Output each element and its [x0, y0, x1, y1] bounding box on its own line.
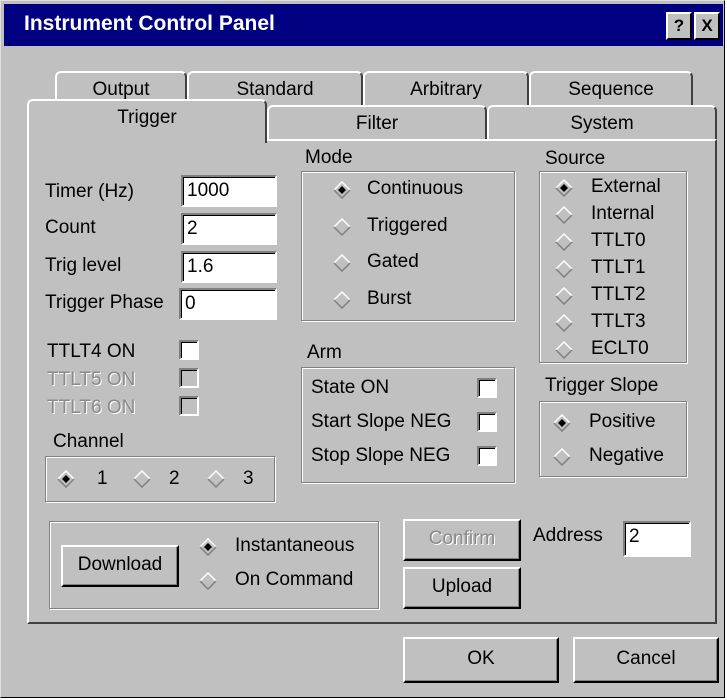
channel-3-radio[interactable]	[207, 470, 225, 488]
mode-burst-radio[interactable]	[333, 291, 351, 309]
tab-arbitrary[interactable]: Arbitrary	[363, 71, 529, 109]
dialog-window: Instrument Control Panel ? X Output Stan…	[0, 0, 725, 698]
channel-1-label: 1	[97, 468, 108, 489]
ttlt5-checkbox	[179, 368, 199, 388]
address-label: Address	[533, 525, 603, 546]
mode-continuous-radio[interactable]	[333, 181, 351, 199]
source-ttlt2-label: TTLT2	[591, 284, 646, 305]
count-input[interactable]: 2	[181, 213, 277, 245]
trig-level-label: Trig level	[45, 255, 122, 276]
tab-sequence[interactable]: Sequence	[529, 71, 693, 109]
mode-triggered-radio[interactable]	[333, 218, 351, 236]
source-ttlt2-radio[interactable]	[555, 287, 573, 305]
channel-2-label: 2	[169, 468, 180, 489]
source-external-radio[interactable]	[555, 179, 573, 197]
download-on-command-radio[interactable]	[199, 572, 217, 590]
channel-3-label: 3	[243, 468, 254, 489]
channel-2-radio[interactable]	[133, 470, 151, 488]
arm-stop-slope-label: Stop Slope NEG	[311, 445, 451, 466]
slope-negative-label: Negative	[589, 445, 664, 466]
mode-label: Mode	[305, 147, 353, 168]
timer-label: Timer (Hz)	[45, 181, 134, 202]
arm-state-label: State ON	[311, 377, 390, 398]
source-ttlt1-radio[interactable]	[555, 260, 573, 278]
source-ttlt1-label: TTLT1	[591, 257, 646, 278]
trig-level-input[interactable]: 1.6	[181, 251, 277, 283]
arm-start-slope-checkbox[interactable]	[477, 412, 497, 432]
arm-stop-slope-checkbox[interactable]	[477, 446, 497, 466]
channel-group	[45, 456, 275, 502]
slope-positive-radio[interactable]	[553, 414, 571, 432]
ttlt5-label: TTLT5 ON	[47, 369, 136, 390]
source-eclt0-radio[interactable]	[555, 341, 573, 359]
source-external-label: External	[591, 176, 661, 197]
ttlt6-checkbox	[179, 396, 199, 416]
mode-gated-label: Gated	[367, 251, 419, 272]
source-ttlt0-label: TTLT0	[591, 230, 646, 251]
arm-label: Arm	[307, 342, 342, 363]
channel-label: Channel	[53, 431, 124, 452]
title-bar[interactable]: Instrument Control Panel ? X	[4, 4, 723, 46]
download-instantaneous-label: Instantaneous	[235, 535, 355, 556]
ttlt6-label: TTLT6 ON	[47, 397, 136, 418]
address-input[interactable]: 2	[623, 521, 691, 557]
trigger-slope-label: Trigger Slope	[545, 375, 659, 396]
tab-trigger[interactable]: Trigger	[27, 99, 267, 143]
channel-1-radio[interactable]	[57, 470, 75, 488]
confirm-button: Confirm	[403, 519, 521, 561]
ttlt4-label: TTLT4 ON	[47, 341, 136, 362]
source-eclt0-label: ECLT0	[591, 338, 649, 359]
mode-gated-radio[interactable]	[333, 254, 351, 272]
close-button[interactable]: X	[694, 12, 720, 40]
download-on-command-label: On Command	[235, 569, 354, 590]
arm-state-checkbox[interactable]	[477, 378, 497, 398]
mode-continuous-label: Continuous	[367, 178, 464, 199]
source-ttlt3-label: TTLT3	[591, 311, 646, 332]
source-ttlt0-radio[interactable]	[555, 233, 573, 251]
tab-filter[interactable]: Filter	[267, 105, 487, 143]
window-title: Instrument Control Panel	[24, 12, 275, 35]
slope-negative-radio[interactable]	[553, 448, 571, 466]
source-internal-label: Internal	[591, 203, 655, 224]
mode-triggered-label: Triggered	[367, 215, 448, 236]
source-internal-radio[interactable]	[555, 206, 573, 224]
download-instantaneous-radio[interactable]	[199, 538, 217, 556]
timer-input[interactable]: 1000	[181, 175, 277, 207]
source-label: Source	[545, 148, 606, 169]
count-label: Count	[45, 217, 96, 238]
slope-positive-label: Positive	[589, 411, 656, 432]
source-ttlt3-radio[interactable]	[555, 314, 573, 332]
trigger-phase-label: Trigger Phase	[45, 292, 164, 313]
arm-start-slope-label: Start Slope NEG	[311, 411, 452, 432]
download-button[interactable]: Download	[61, 545, 179, 587]
ok-button[interactable]: OK	[403, 637, 559, 683]
ttlt4-checkbox[interactable]	[179, 340, 199, 360]
tab-system[interactable]: System	[487, 105, 717, 143]
mode-burst-label: Burst	[367, 288, 412, 309]
upload-button[interactable]: Upload	[403, 567, 521, 609]
help-button[interactable]: ?	[666, 12, 692, 40]
trigger-phase-input[interactable]: 0	[179, 288, 277, 320]
cancel-button[interactable]: Cancel	[573, 637, 719, 683]
